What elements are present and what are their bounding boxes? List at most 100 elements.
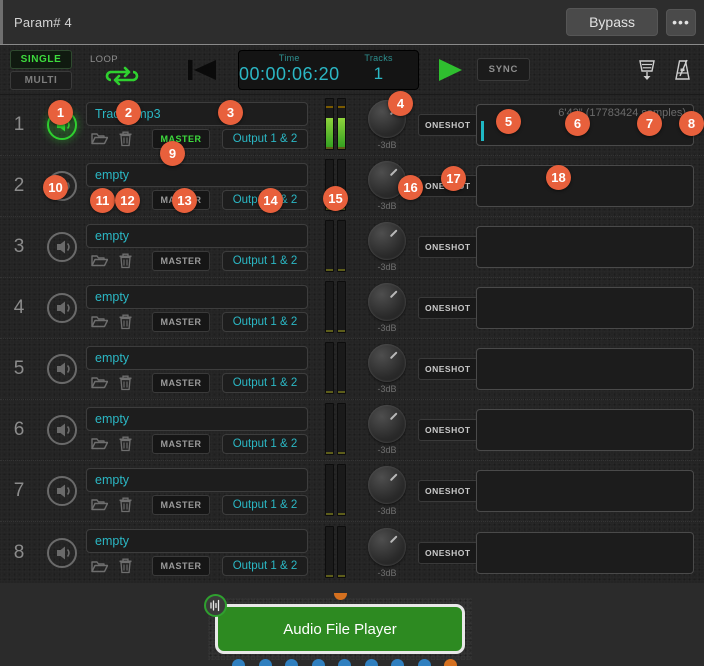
play-mode-button[interactable]: ONESHOT — [418, 114, 478, 136]
mode-single-button[interactable]: SINGLE — [10, 49, 72, 69]
speaker-icon[interactable] — [45, 413, 79, 447]
speaker-icon[interactable] — [45, 291, 79, 325]
gain-knob[interactable] — [368, 527, 406, 566]
gain-knob[interactable] — [368, 344, 406, 382]
waveform-display[interactable] — [476, 531, 694, 574]
delete-button[interactable] — [112, 314, 138, 330]
track-file-field[interactable]: empty — [86, 467, 308, 492]
open-folder-button[interactable] — [86, 497, 112, 512]
open-folder-icon[interactable] — [90, 436, 108, 451]
play-mode-button[interactable]: ONESHOT — [418, 480, 478, 502]
speaker-icon[interactable] — [45, 230, 79, 264]
rewind-to-start-button[interactable] — [182, 57, 224, 83]
metronome-button[interactable] — [668, 55, 698, 85]
node-input-pin-top[interactable] — [334, 593, 347, 600]
output-selector[interactable]: Output 1 & 2 — [222, 250, 308, 271]
trash-icon[interactable] — [118, 131, 133, 147]
playhead-cursor[interactable] — [481, 121, 484, 141]
trash-icon[interactable] — [118, 314, 133, 330]
open-folder-icon[interactable] — [90, 497, 108, 512]
open-folder-button[interactable] — [86, 559, 112, 574]
trash-icon[interactable] — [118, 558, 133, 574]
output-selector[interactable]: Output 1 & 2 — [222, 433, 308, 454]
gain-knob-group[interactable]: -3dB — [356, 400, 418, 460]
open-folder-button[interactable] — [86, 253, 112, 268]
track-mute-button[interactable] — [38, 339, 86, 399]
metronome-output-button[interactable] — [632, 55, 662, 85]
sync-button[interactable]: SYNC — [476, 58, 531, 81]
trash-icon[interactable] — [118, 375, 133, 391]
gain-knob[interactable] — [368, 466, 406, 504]
waveform-display[interactable] — [476, 470, 694, 512]
track-mute-button[interactable] — [38, 278, 86, 338]
overflow-menu-button[interactable]: ••• — [666, 8, 696, 36]
speaker-icon[interactable] — [45, 352, 79, 386]
output-selector[interactable]: Output 1 & 2 — [222, 494, 308, 515]
waveform-display[interactable] — [476, 226, 694, 268]
delete-button[interactable] — [112, 375, 138, 391]
track-mute-button[interactable] — [38, 522, 86, 583]
delete-button[interactable] — [112, 131, 138, 147]
audio-file-player-node[interactable]: Audio File Player — [204, 593, 472, 666]
track-mute-button[interactable] — [38, 400, 86, 460]
delete-button[interactable] — [112, 497, 138, 513]
open-folder-button[interactable] — [86, 436, 112, 451]
trash-icon[interactable] — [118, 497, 133, 513]
master-button[interactable]: MASTER — [152, 372, 210, 393]
waveform-display[interactable] — [476, 409, 694, 451]
waveform-display[interactable] — [476, 287, 694, 329]
master-button[interactable]: MASTER — [152, 250, 210, 271]
track-file-field[interactable]: empty — [86, 284, 308, 309]
metronome-output-icon[interactable] — [636, 58, 658, 82]
open-folder-button[interactable] — [86, 375, 112, 390]
open-folder-icon[interactable] — [90, 314, 108, 329]
playback-mode-toggle[interactable]: SINGLE MULTI — [10, 49, 72, 90]
play-mode-button[interactable]: ONESHOT — [418, 541, 478, 564]
play-icon[interactable] — [436, 56, 464, 84]
open-folder-button[interactable] — [86, 131, 112, 146]
play-mode-button[interactable]: ONESHOT — [418, 236, 478, 258]
open-folder-icon[interactable] — [90, 559, 108, 574]
track-file-field[interactable]: empty — [86, 345, 308, 370]
master-button[interactable]: MASTER — [152, 311, 210, 332]
output-selector[interactable]: Output 1 & 2 — [222, 311, 308, 332]
delete-button[interactable] — [112, 558, 138, 574]
output-selector[interactable]: Output 1 & 2 — [222, 128, 308, 149]
speaker-icon[interactable] — [45, 536, 79, 570]
rewind-to-start-icon[interactable] — [186, 57, 220, 83]
gain-knob-group[interactable]: -3dB — [356, 339, 418, 399]
master-button[interactable]: MASTER — [152, 433, 210, 454]
gain-knob[interactable] — [368, 222, 406, 260]
loop-control[interactable]: LOOP — [86, 54, 158, 86]
trash-icon[interactable] — [118, 253, 133, 269]
open-folder-icon[interactable] — [90, 131, 108, 146]
track-file-field[interactable]: empty — [86, 406, 308, 431]
open-folder-icon[interactable] — [90, 375, 108, 390]
trash-icon[interactable] — [118, 436, 133, 452]
open-folder-button[interactable] — [86, 314, 112, 329]
open-folder-icon[interactable] — [90, 253, 108, 268]
track-file-field[interactable]: empty — [86, 223, 308, 248]
gain-knob-group[interactable]: -3dB — [356, 217, 418, 277]
master-button[interactable]: MASTER — [152, 494, 210, 515]
play-button[interactable] — [433, 56, 467, 84]
track-file-field[interactable]: empty — [86, 529, 308, 553]
gain-knob[interactable] — [368, 283, 406, 321]
delete-button[interactable] — [112, 436, 138, 452]
gain-knob-group[interactable]: -3dB — [356, 522, 418, 583]
mode-multi-button[interactable]: MULTI — [10, 70, 72, 90]
loop-icon[interactable] — [105, 66, 139, 86]
master-button[interactable]: MASTER — [152, 556, 210, 576]
track-mute-button[interactable] — [38, 461, 86, 521]
track-mute-button[interactable] — [38, 217, 86, 277]
node-body[interactable]: Audio File Player — [215, 604, 465, 654]
speaker-icon[interactable] — [45, 474, 79, 508]
gain-knob-group[interactable]: -3dB — [356, 461, 418, 521]
waveform-display[interactable] — [476, 348, 694, 390]
play-mode-button[interactable]: ONESHOT — [418, 419, 478, 441]
metronome-icon[interactable] — [672, 58, 694, 82]
output-selector[interactable]: Output 1 & 2 — [222, 372, 308, 393]
track-file-field[interactable]: empty — [86, 162, 308, 187]
output-selector[interactable]: Output 1 & 2 — [222, 556, 308, 576]
waveform-display[interactable] — [476, 165, 694, 207]
